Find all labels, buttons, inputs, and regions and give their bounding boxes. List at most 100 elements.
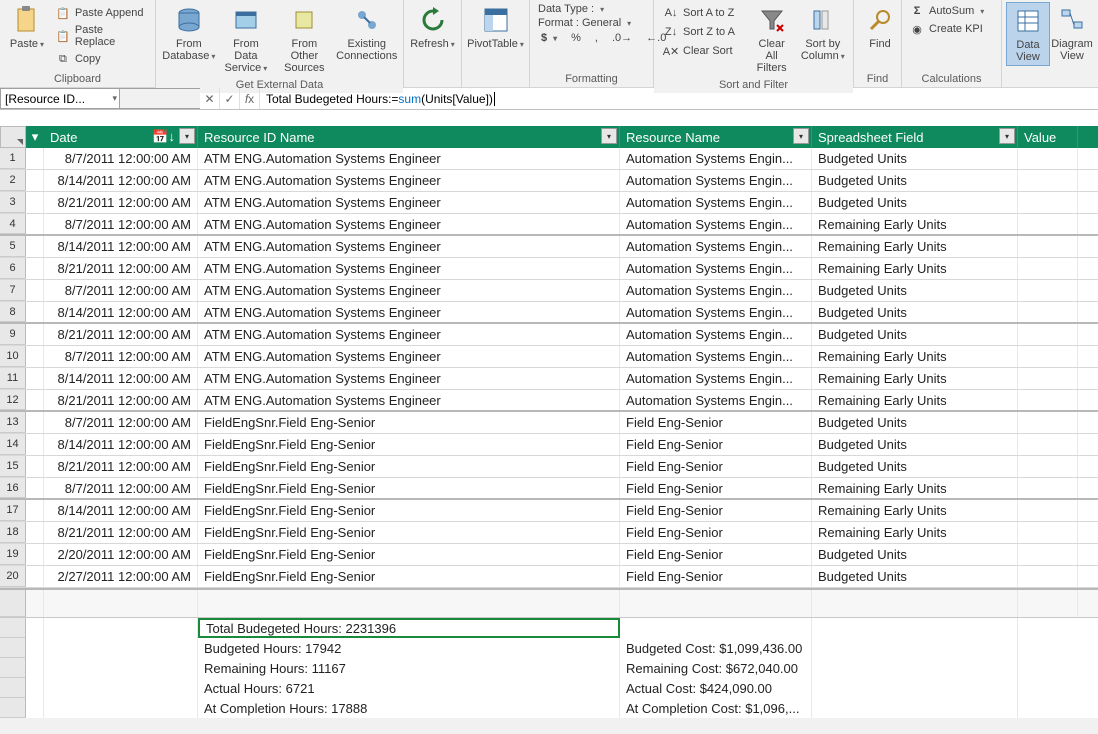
cell-value[interactable]	[1018, 456, 1078, 477]
cell-resource-name[interactable]: Automation Systems Engin...	[620, 236, 812, 257]
from-data-service-button[interactable]: From Data Service	[218, 2, 275, 76]
date-filter-button[interactable]: ▾	[179, 128, 195, 144]
cell-resource-name[interactable]: Automation Systems Engin...	[620, 258, 812, 279]
row-number[interactable]: 19	[0, 544, 26, 565]
cell-spreadsheet-field[interactable]: Budgeted Units	[812, 192, 1018, 213]
cell-date[interactable]: 8/21/2011 12:00:00 AM	[44, 192, 198, 213]
cell-spreadsheet-field[interactable]: Budgeted Units	[812, 456, 1018, 477]
cell-resource-id[interactable]: FieldEngSnr.Field Eng-Senior	[198, 478, 620, 498]
create-kpi-button[interactable]: ◉Create KPI	[906, 20, 986, 38]
cell-spreadsheet-field[interactable]: Remaining Early Units	[812, 478, 1018, 498]
table-row[interactable]: 108/7/2011 12:00:00 AMATM ENG.Automation…	[0, 346, 1098, 368]
cell-resource-id[interactable]: ATM ENG.Automation Systems Engineer	[198, 302, 620, 322]
paste-append-button[interactable]: 📋Paste Append	[52, 4, 149, 22]
cell-resource-name[interactable]: Automation Systems Engin...	[620, 302, 812, 322]
cell-spreadsheet-field[interactable]: Budgeted Units	[812, 302, 1018, 322]
cell-spreadsheet-field[interactable]: Budgeted Units	[812, 280, 1018, 301]
existing-connections-button[interactable]: Existing Connections	[335, 2, 400, 64]
cell-spreadsheet-field[interactable]: Remaining Early Units	[812, 522, 1018, 543]
paste-button[interactable]: Paste	[4, 2, 50, 52]
cell-resource-id[interactable]: FieldEngSnr.Field Eng-Senior	[198, 434, 620, 455]
clear-filters-button[interactable]: Clear All Filters	[747, 2, 797, 76]
cell-value[interactable]	[1018, 412, 1078, 433]
resid-filter-button[interactable]: ▾	[601, 128, 617, 144]
pivottable-button[interactable]: PivotTable	[466, 2, 525, 52]
cell-date[interactable]: 8/14/2011 12:00:00 AM	[44, 236, 198, 257]
cell-resource-id[interactable]: FieldEngSnr.Field Eng-Senior	[198, 566, 620, 587]
cell-resource-id[interactable]: FieldEngSnr.Field Eng-Senior	[198, 522, 620, 543]
table-row[interactable]: 138/7/2011 12:00:00 AMFieldEngSnr.Field …	[0, 412, 1098, 434]
table-row[interactable]: 158/21/2011 12:00:00 AMFieldEngSnr.Field…	[0, 456, 1098, 478]
cell-resource-id[interactable]: ATM ENG.Automation Systems Engineer	[198, 170, 620, 191]
field-filter-button[interactable]: ▾	[999, 128, 1015, 144]
cell-spreadsheet-field[interactable]: Remaining Early Units	[812, 368, 1018, 389]
table-row[interactable]: 88/14/2011 12:00:00 AMATM ENG.Automation…	[0, 302, 1098, 324]
cancel-formula-button[interactable]: ✕	[200, 88, 220, 109]
cell-value[interactable]	[1018, 280, 1078, 301]
cell-value[interactable]	[1018, 148, 1078, 169]
table-row[interactable]: 18 8/21/2011 12:00:00 AMFieldEngSnr.Field…	[0, 522, 1098, 544]
cell-resource-name[interactable]: Automation Systems Engin...	[620, 214, 812, 234]
cell-spreadsheet-field[interactable]: Remaining Early Units	[812, 500, 1018, 521]
row-number[interactable]: 17	[0, 500, 26, 521]
enter-formula-button[interactable]: ✓	[220, 88, 240, 109]
table-row[interactable]: 178/14/2011 12:00:00 AMFieldEngSnr.Field…	[0, 500, 1098, 522]
row-number[interactable]: 3	[0, 192, 26, 213]
cell-resource-name[interactable]: Automation Systems Engin...	[620, 170, 812, 191]
summary-left-cell[interactable]: Actual Hours: 6721	[198, 678, 620, 698]
cell-value[interactable]	[1018, 500, 1078, 521]
cell-value[interactable]	[1018, 368, 1078, 389]
cell-spreadsheet-field[interactable]: Budgeted Units	[812, 544, 1018, 565]
cell-value[interactable]	[1018, 544, 1078, 565]
cell-resource-name[interactable]: Field Eng-Senior	[620, 500, 812, 521]
formula-input[interactable]: Total Budegeted Hours:=sum(Units[Value])	[260, 88, 1098, 109]
cell-value[interactable]	[1018, 258, 1078, 279]
row-filter-button[interactable]: ▾	[32, 129, 39, 145]
cell-resource-name[interactable]: Field Eng-Senior	[620, 544, 812, 565]
summary-left-cell[interactable]: At Completion Hours: 17888	[198, 698, 620, 718]
cell-date[interactable]: 8/14/2011 12:00:00 AM	[44, 170, 198, 191]
cell-spreadsheet-field[interactable]: Budgeted Units	[812, 170, 1018, 191]
copy-button[interactable]: ⧉Copy	[52, 50, 149, 68]
cell-resource-name[interactable]: Field Eng-Senior	[620, 478, 812, 498]
cell-resource-name[interactable]: Automation Systems Engin...	[620, 192, 812, 213]
percent-button[interactable]: %	[568, 31, 584, 45]
table-row[interactable]: 128/21/2011 12:00:00 AMATM ENG.Automatio…	[0, 390, 1098, 412]
cell-resource-id[interactable]: ATM ENG.Automation Systems Engineer	[198, 192, 620, 213]
cell-value[interactable]	[1018, 214, 1078, 234]
cell-resource-id[interactable]: ATM ENG.Automation Systems Engineer	[198, 258, 620, 279]
cell-spreadsheet-field[interactable]: Budgeted Units	[812, 324, 1018, 345]
summary-right-cell[interactable]: At Completion Cost: $1,096,...	[620, 698, 812, 718]
cell-date[interactable]: 8/7/2011 12:00:00 AM	[44, 346, 198, 367]
sort-by-column-button[interactable]: Sort by Column	[797, 2, 849, 64]
cell-date[interactable]: 8/21/2011 12:00:00 AM	[44, 522, 198, 543]
cell-spreadsheet-field[interactable]: Budgeted Units	[812, 412, 1018, 433]
row-number[interactable]: 12	[0, 390, 26, 410]
cell-value[interactable]	[1018, 434, 1078, 455]
cell-spreadsheet-field[interactable]: Remaining Early Units	[812, 390, 1018, 410]
cell-spreadsheet-field[interactable]: Remaining Early Units	[812, 214, 1018, 234]
table-row[interactable]: 168/7/2011 12:00:00 AMFieldEngSnr.Field …	[0, 478, 1098, 500]
row-number[interactable]: 15	[0, 456, 26, 477]
cell-resource-name[interactable]: Automation Systems Engin...	[620, 324, 812, 345]
table-row[interactable]: 78/7/2011 12:00:00 AMATM ENG.Automation …	[0, 280, 1098, 302]
row-number[interactable]: 2	[0, 170, 26, 191]
currency-button[interactable]: $	[538, 31, 560, 45]
cell-value[interactable]	[1018, 522, 1078, 543]
cell-spreadsheet-field[interactable]: Remaining Early Units	[812, 258, 1018, 279]
fx-button[interactable]: fx	[240, 88, 260, 109]
cell-resource-id[interactable]: ATM ENG.Automation Systems Engineer	[198, 236, 620, 257]
cell-date[interactable]: 8/14/2011 12:00:00 AM	[44, 434, 198, 455]
cell-date[interactable]: 8/7/2011 12:00:00 AM	[44, 412, 198, 433]
total-budgeted-hours-cell[interactable]: Total Budegeted Hours: 2231396	[198, 618, 620, 638]
comma-button[interactable]: ,	[592, 31, 601, 45]
cell-resource-name[interactable]: Automation Systems Engin...	[620, 390, 812, 410]
table-row[interactable]: 202/27/2011 12:00:00 AMFieldEngSnr.Field…	[0, 566, 1098, 588]
cell-spreadsheet-field[interactable]: Budgeted Units	[812, 434, 1018, 455]
table-row[interactable]: 18/7/2011 12:00:00 AMATM ENG.Automation …	[0, 148, 1098, 170]
row-number[interactable]: 5	[0, 236, 26, 257]
table-row[interactable]: 2 8/14/2011 12:00:00 AMATM ENG.Automation…	[0, 170, 1098, 192]
row-number[interactable]: 18	[0, 522, 26, 543]
cell-date[interactable]: 8/7/2011 12:00:00 AM	[44, 478, 198, 498]
cell-value[interactable]	[1018, 236, 1078, 257]
